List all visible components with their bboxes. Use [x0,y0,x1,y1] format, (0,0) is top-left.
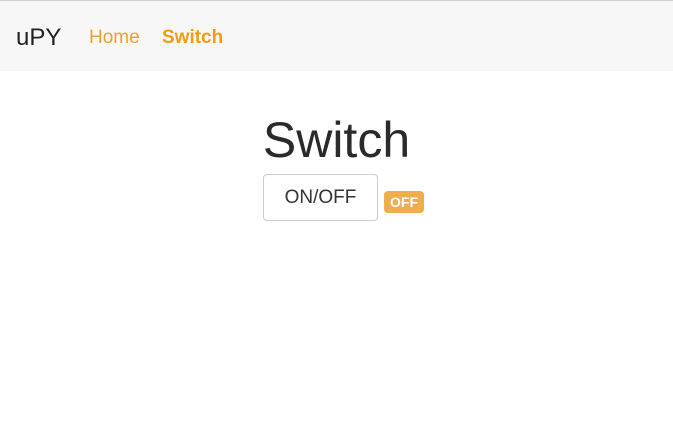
page-title: Switch [262,112,411,168]
nav-link-switch[interactable]: Switch [162,25,223,51]
navbar: uPY Home Switch [0,0,673,71]
status-badge: OFF [384,191,424,213]
nav-link-home[interactable]: Home [89,25,140,51]
main-content: Switch ON/OFF OFF [0,71,673,431]
brand-link[interactable]: uPY [16,23,61,53]
on-off-toggle-button[interactable]: ON/OFF [263,174,378,221]
